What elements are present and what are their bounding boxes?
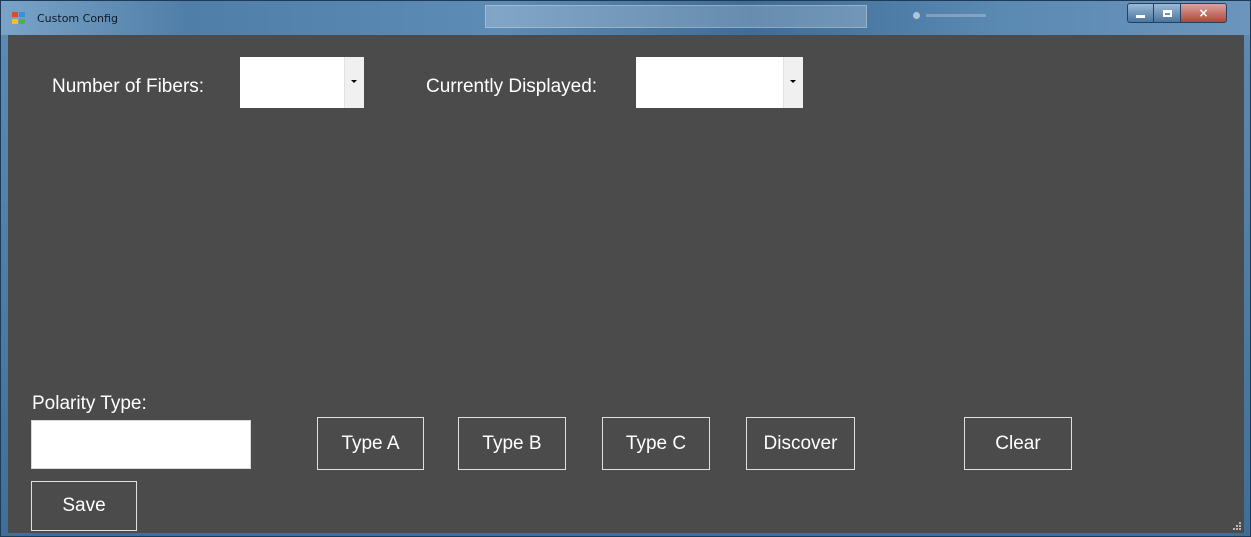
form-body: Number of Fibers: Currently Displayed: P… bbox=[8, 35, 1244, 533]
app-window: Custom Config × Number of Fibers: Curren… bbox=[0, 0, 1251, 537]
type-c-button[interactable]: Type C bbox=[602, 417, 710, 470]
displayed-label: Currently Displayed: bbox=[426, 76, 598, 97]
chevron-down-icon bbox=[790, 80, 796, 83]
background-window-bar bbox=[485, 5, 867, 28]
discover-button[interactable]: Discover bbox=[746, 417, 855, 470]
resize-grip-icon[interactable] bbox=[1233, 522, 1241, 530]
fibers-label: Number of Fibers: bbox=[52, 76, 205, 97]
polarity-input[interactable] bbox=[31, 420, 251, 469]
fibers-dropdown-button[interactable] bbox=[344, 57, 364, 108]
fibers-dropdown[interactable] bbox=[240, 57, 364, 108]
clear-button[interactable]: Clear bbox=[964, 417, 1072, 470]
title-bar[interactable]: Custom Config × bbox=[1, 1, 1250, 35]
window-title: Custom Config bbox=[37, 12, 118, 25]
minimize-button[interactable] bbox=[1127, 3, 1154, 23]
chevron-down-icon bbox=[351, 80, 357, 83]
close-button[interactable]: × bbox=[1181, 3, 1227, 23]
type-b-button[interactable]: Type B bbox=[458, 417, 566, 470]
minimize-icon bbox=[1136, 14, 1145, 18]
save-button[interactable]: Save bbox=[31, 481, 137, 531]
type-a-button[interactable]: Type A bbox=[317, 417, 424, 470]
close-icon: × bbox=[1198, 6, 1209, 20]
window-controls: × bbox=[1127, 3, 1227, 23]
maximize-button[interactable] bbox=[1154, 3, 1181, 23]
polarity-label: Polarity Type: bbox=[32, 393, 147, 414]
maximize-icon bbox=[1162, 9, 1172, 17]
displayed-dropdown[interactable] bbox=[636, 57, 803, 108]
app-icon bbox=[12, 12, 26, 25]
background-window-bar bbox=[906, 5, 1106, 26]
displayed-dropdown-button[interactable] bbox=[783, 57, 803, 108]
